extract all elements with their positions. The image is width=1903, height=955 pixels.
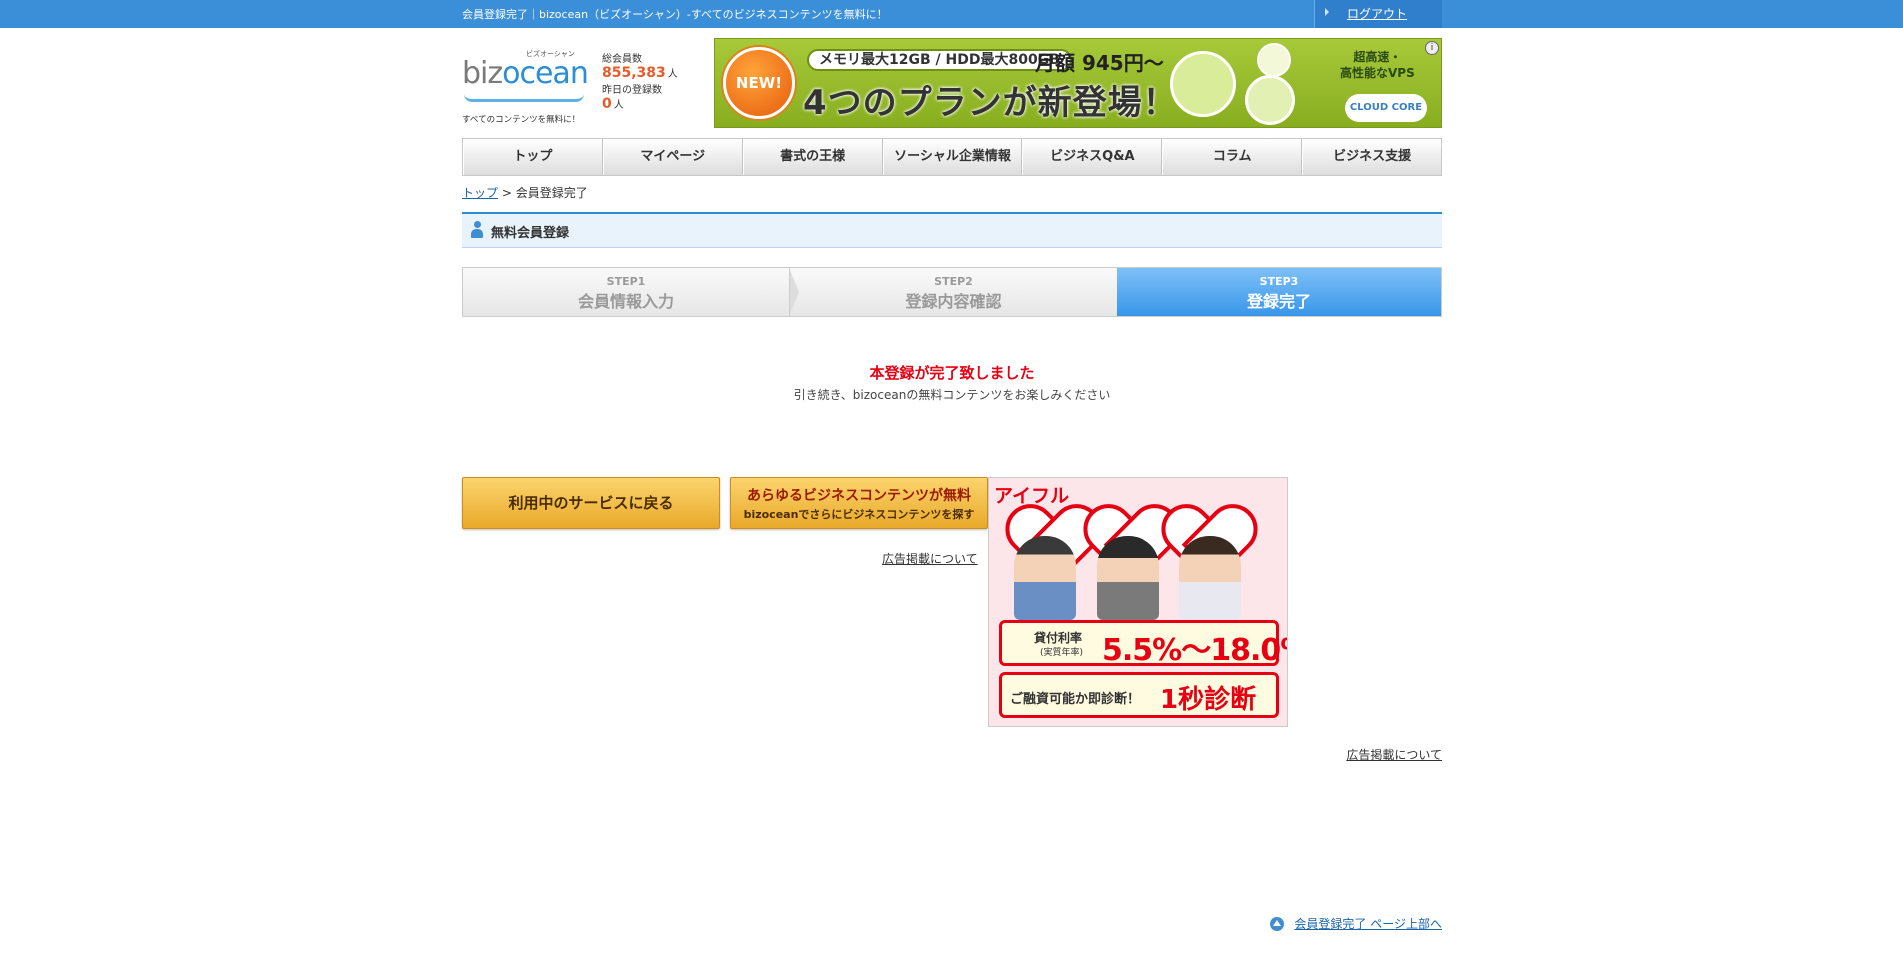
nav-business-support[interactable]: ビジネス支援 [1302,139,1441,175]
user-icon [471,221,483,239]
yesterday-value: 0人 [602,96,624,112]
interest-rate-box: 貸付利率 (実質年率) 5.5%～18.0% [999,620,1287,668]
cloudcore-banner-ad[interactable]: NEW! メモリ最大12GB / HDD最大800GB 月額 945円～ 4つの… [714,38,1442,128]
logo-swoosh [464,94,584,102]
gamepad-icon [1245,75,1295,125]
nav-column[interactable]: コラム [1162,139,1303,175]
cloud-core-logo: CLOUD CORE [1345,94,1427,122]
aiful-ad[interactable]: アイフル 貸付利率 (実質年率) 5.5%～18.0% ご融資可能か即診断！ 1… [988,477,1288,727]
site-title: 会員登録完了｜bizocean（ビズオーシャン）-すべてのビジネスコンテンツを無… [462,8,888,21]
ad-info-icon[interactable]: i [1425,41,1439,55]
banner-headline: 4つのプランが新登場！ [803,83,1178,123]
step-3-active: STEP3 登録完了 [1117,268,1441,316]
breadcrumb-current: 会員登録完了 [515,186,588,200]
logout-link[interactable]: ログアウト [1347,5,1407,22]
cart-icon [1257,43,1291,77]
registration-steps: STEP1 会員情報入力 STEP2 登録内容確認 STEP3 登録完了 [462,267,1442,317]
top-bar: 会員登録完了｜bizocean（ビズオーシャン）-すべてのビジネスコンテンツを無… [0,0,1903,28]
explore-bizocean-button[interactable]: あらゆるビジネスコンテンツが無料 bizoceanでさらにビジネスコンテンツを探… [730,477,988,529]
nav-mypage[interactable]: マイページ [602,139,743,175]
banner-vps: 超高速・ 高性能なVPS [1340,50,1415,80]
ad-info-link-bottom[interactable]: 広告掲載について [1346,746,1442,763]
page-top-link[interactable]: 会員登録完了 ページ上部へ [1294,917,1442,931]
total-members-value: 855,383 人 [602,65,678,81]
breadcrumb: トップ > 会員登録完了 [462,184,588,201]
breadcrumb-separator: > [501,186,512,200]
person-image [1014,536,1076,620]
new-badge: NEW! [723,47,795,119]
ad-info-link[interactable]: 広告掲載について [882,550,978,567]
logo-tagline: すべてのコンテンツを無料に！ [462,115,581,125]
nav-social-company[interactable]: ソーシャル企業情報 [882,139,1023,175]
global-nav: トップ マイページ 書式の王様 ソーシャル企業情報 ビジネスQ&A コラム ビジ… [462,138,1442,176]
logo-wordmark: bizocean [462,56,589,91]
laptop-icon [1170,51,1236,117]
person-image [1179,536,1241,620]
arrow-up-icon [1270,917,1285,931]
breadcrumb-home[interactable]: トップ [462,186,498,200]
section-header: 無料会員登録 [462,212,1442,248]
step-1: STEP1 会員情報入力 [577,275,674,311]
quick-diagnosis-box: ご融資可能か即診断！ 1秒診断 [999,672,1279,718]
completion-subtitle: 引き続き、bizoceanの無料コンテンツをお楽しみください [793,388,1111,402]
total-members-label: 総会員数 [602,54,642,65]
page-top-link-area[interactable]: 会員登録完了 ページ上部へ [1270,915,1442,932]
member-stats: 総会員数 855,383 人 昨日の登録数 0人 [602,50,692,112]
yesterday-label: 昨日の登録数 [602,85,662,96]
nav-templates[interactable]: 書式の王様 [742,139,883,175]
back-to-service-button[interactable]: 利用中のサービスに戻る [462,477,720,529]
completion-message: 本登録が完了致しました [869,364,1035,382]
arrow-right-icon [1325,8,1329,16]
nav-top[interactable]: トップ [463,139,603,175]
step-2: STEP2 登録内容確認 [789,268,1117,316]
person-image [1097,536,1159,620]
banner-price: 月額 945円～ [1035,51,1164,75]
section-title: 無料会員登録 [491,226,570,241]
nav-business-qa[interactable]: ビジネスQ&A [1022,139,1163,175]
bizocean-logo[interactable]: ビズオーシャン bizocean すべてのコンテンツを無料に！ [462,46,592,126]
banner-spec: メモリ最大12GB / HDD最大800GB [807,49,1072,71]
logout-area[interactable]: ログアウト [1314,0,1442,28]
